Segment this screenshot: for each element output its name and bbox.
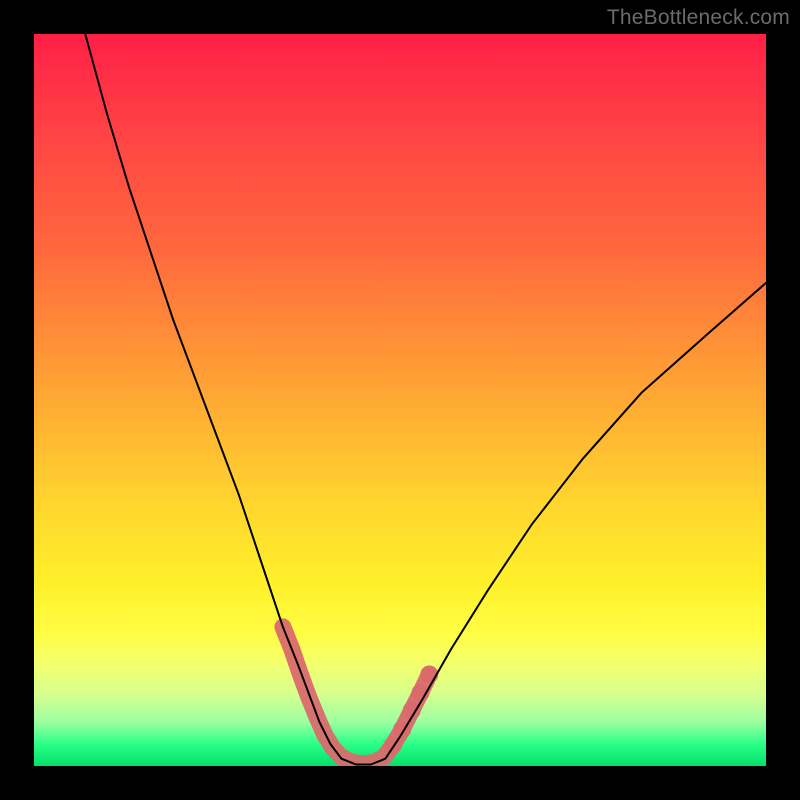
- chart-frame: TheBottleneck.com: [0, 0, 800, 800]
- highlight-markers: [283, 627, 438, 764]
- bottleneck-curve: [85, 34, 766, 765]
- watermark-text: TheBottleneck.com: [607, 6, 790, 30]
- curve-layer: [34, 34, 766, 766]
- plot-area: [34, 34, 766, 766]
